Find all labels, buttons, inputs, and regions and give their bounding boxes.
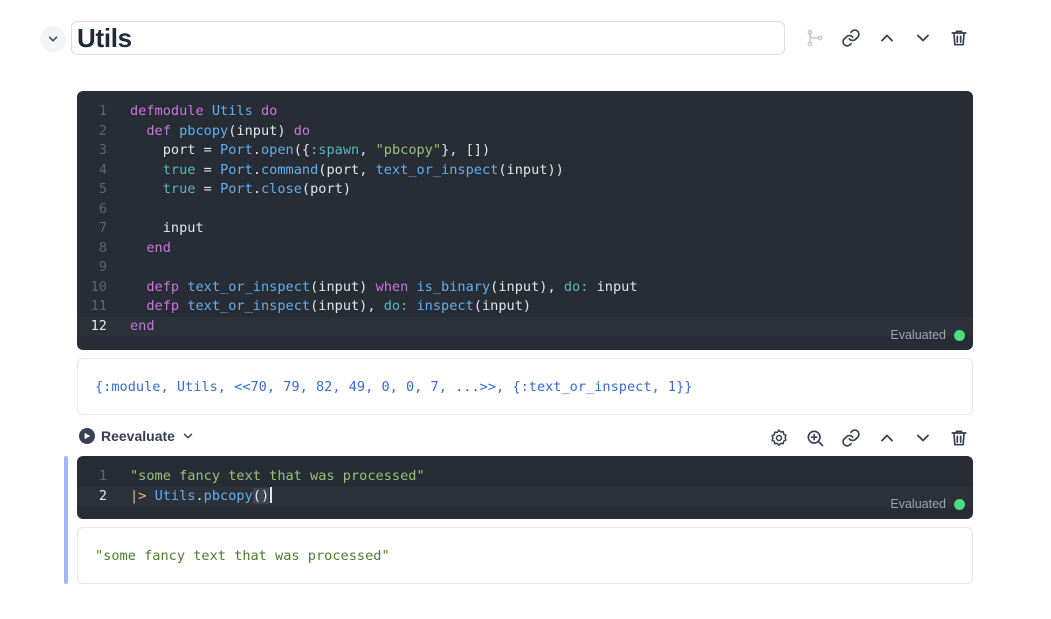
status-label: Evaluated (890, 328, 946, 342)
code-line: 4 true = Port.command(port, text_or_insp… (98, 161, 564, 178)
zoom-in-icon (807, 430, 824, 447)
code-line: 10 defp text_or_inspect(input) when is_b… (90, 278, 638, 295)
branch-button[interactable] (804, 27, 826, 49)
focused-cell-indicator (64, 456, 68, 584)
section-link-button[interactable] (840, 27, 862, 49)
status-dot (954, 329, 965, 341)
chevron-down-icon (183, 433, 193, 439)
status-label: Evaluated (890, 497, 946, 511)
section-delete-button[interactable] (948, 27, 970, 49)
status-dot (954, 498, 965, 510)
cell-move-down-button[interactable] (912, 427, 934, 449)
evaluation-status: Evaluated (890, 328, 965, 342)
code-line: 8 end (98, 239, 171, 256)
code-line: 1 "some fancy text that was processed" (98, 468, 425, 484)
play-icon (79, 428, 95, 444)
chevron-down-icon (917, 34, 929, 42)
collapse-section-button[interactable] (40, 26, 66, 52)
cell-output: "some fancy text that was processed" (77, 527, 973, 584)
code-cell-utils-module[interactable]: 1 defmodule Utils do 2 def pbcopy(input) … (77, 91, 973, 350)
cell-delete-button[interactable] (948, 427, 970, 449)
text-cursor (270, 486, 273, 503)
section-title-input[interactable]: Utils (71, 21, 785, 55)
section-header: Utils (40, 20, 975, 56)
code-line-active: 12 end (77, 316, 973, 336)
code-line-active: 2 |> Utils.pbcopy() (77, 486, 973, 506)
trash-icon (951, 430, 967, 446)
code-line: 6 (98, 200, 107, 217)
code-line: 9 (98, 259, 107, 275)
cell-settings-button[interactable] (768, 427, 790, 449)
cell-link-button[interactable] (840, 427, 862, 449)
code-line: 7 input (98, 220, 204, 236)
link-icon (842, 429, 860, 447)
settings-icon (771, 429, 787, 446)
section-title: Utils (77, 22, 132, 53)
chevron-up-icon (881, 434, 893, 442)
chevron-down-icon (48, 36, 58, 42)
branch-icon (807, 29, 823, 47)
reevaluate-label: Reevaluate (101, 428, 175, 444)
code-cell-pipeline[interactable]: 1 "some fancy text that was processed" 2 |… (77, 456, 973, 519)
cell-toolbar: Reevaluate (77, 427, 973, 449)
code-line: 3 port = Port.open({:spawn, "pbcopy"}, [… (98, 142, 491, 158)
code-line: 5 true = Port.close(port) (98, 181, 352, 197)
cell-move-up-button[interactable] (876, 427, 898, 449)
section-move-down-button[interactable] (912, 27, 934, 49)
code-line: 1 defmodule Utils do (98, 103, 278, 119)
evaluation-status: Evaluated (890, 497, 965, 511)
output-text: {:module, Utils, <<70, 79, 82, 49, 0, 0,… (95, 378, 693, 395)
cell-output: {:module, Utils, <<70, 79, 82, 49, 0, 0,… (77, 358, 973, 415)
chevron-down-icon (917, 434, 929, 442)
code-line: 11 defp text_or_inspect(input), do: insp… (90, 298, 532, 314)
code-line: 2 def pbcopy(input) do (98, 122, 311, 139)
chevron-up-icon (881, 34, 893, 42)
output-text: "some fancy text that was processed" (95, 547, 390, 564)
reevaluate-button[interactable]: Reevaluate (79, 428, 195, 444)
cell-zoom-button[interactable] (804, 427, 826, 449)
section-move-up-button[interactable] (876, 27, 898, 49)
link-icon (842, 29, 860, 47)
trash-icon (951, 30, 967, 46)
